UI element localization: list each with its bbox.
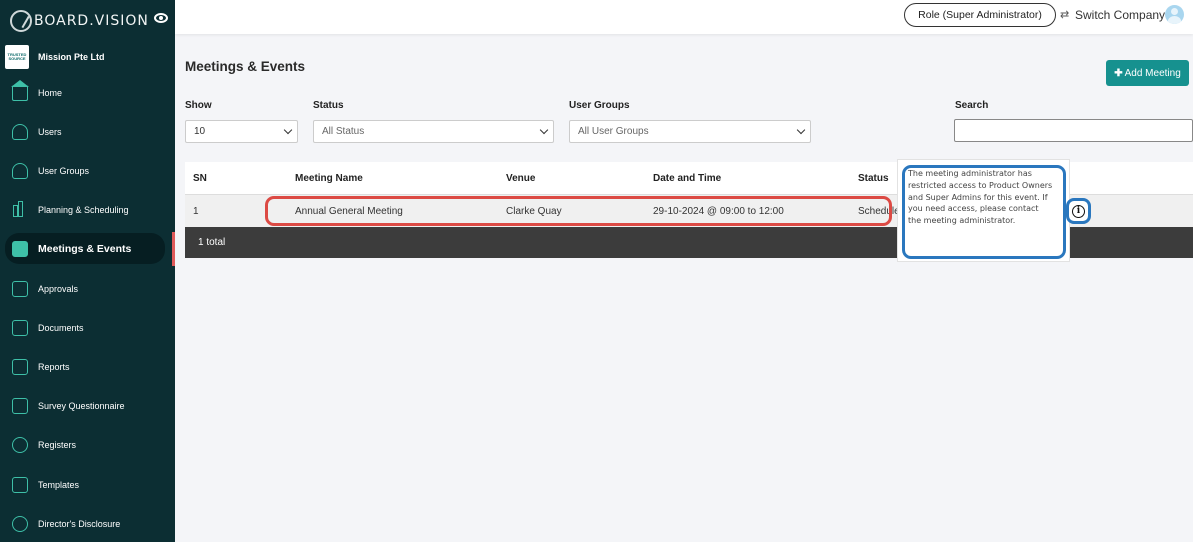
role-button[interactable]: Role (Super Administrator) bbox=[904, 3, 1056, 27]
switch-company-button[interactable]: ⇄ Switch Company bbox=[1060, 6, 1165, 24]
search-label: Search bbox=[955, 100, 989, 111]
user-groups-select[interactable]: All User Groups bbox=[569, 120, 811, 143]
switch-company-label: Switch Company bbox=[1075, 8, 1166, 22]
access-restriction-tooltip: The meeting administrator has restricted… bbox=[897, 159, 1070, 262]
templates-icon bbox=[12, 476, 28, 493]
info-icon: i bbox=[1072, 205, 1085, 218]
info-button[interactable]: i bbox=[1066, 198, 1091, 224]
add-meeting-button[interactable]: ✚ Add Meeting bbox=[1106, 60, 1189, 86]
page-title: Meetings & Events bbox=[185, 59, 306, 74]
brand-logo-icon bbox=[10, 10, 32, 32]
sidebar-item-label: Home bbox=[38, 87, 63, 98]
eye-toggle-icon[interactable] bbox=[154, 13, 168, 23]
cell-sn: 1 bbox=[193, 206, 199, 217]
sidebar-item-reports[interactable]: Reports bbox=[5, 351, 165, 382]
avatar[interactable] bbox=[1165, 5, 1184, 24]
chevron-down-icon bbox=[283, 125, 293, 135]
brand[interactable]: BOARD.VISION bbox=[10, 9, 170, 33]
organization-logo: TRUSTED SOURCE bbox=[5, 45, 29, 69]
sidebar-item-registers[interactable]: Registers bbox=[5, 429, 165, 460]
brand-name: BOARD.VISION bbox=[34, 13, 149, 29]
calendar-icon bbox=[12, 240, 28, 257]
sidebar-item-planning-scheduling[interactable]: Planning & Scheduling bbox=[5, 194, 165, 225]
total-count: 1 total bbox=[198, 237, 226, 248]
chevron-down-icon bbox=[539, 125, 549, 135]
documents-icon bbox=[12, 319, 28, 336]
user-icon bbox=[12, 123, 28, 140]
sidebar-item-approvals[interactable]: Approvals bbox=[5, 273, 165, 304]
switch-arrows-icon: ⇄ bbox=[1060, 8, 1070, 21]
sidebar-item-home[interactable]: Home bbox=[5, 77, 165, 108]
plus-icon: ✚ bbox=[1114, 67, 1123, 79]
sidebar-item-label: User Groups bbox=[38, 165, 90, 176]
status-select-value: All Status bbox=[322, 126, 365, 137]
sidebar-item-documents[interactable]: Documents bbox=[5, 312, 165, 343]
column-header-status[interactable]: Status bbox=[858, 173, 889, 184]
registered-icon bbox=[12, 436, 28, 453]
show-select[interactable]: 10 bbox=[185, 120, 298, 143]
sidebar-item-label: Registers bbox=[38, 439, 77, 450]
sidebar-item-label: Planning & Scheduling bbox=[38, 204, 129, 215]
column-header-date-time[interactable]: Date and Time bbox=[653, 173, 721, 184]
organization-name: Mission Pte Ltd bbox=[38, 52, 105, 62]
sidebar-item-directors-disclosure[interactable]: Director's Disclosure bbox=[5, 508, 165, 539]
user-groups-label: User Groups bbox=[569, 100, 630, 111]
organization[interactable]: TRUSTED SOURCE Mission Pte Ltd bbox=[5, 44, 170, 70]
show-label: Show bbox=[185, 100, 212, 111]
sidebar-item-label: Reports bbox=[38, 361, 70, 372]
show-select-value: 10 bbox=[194, 126, 206, 137]
sidebar-item-label: Meetings & Events bbox=[38, 242, 132, 255]
sidebar-item-label: Survey Questionnaire bbox=[38, 400, 125, 411]
sidebar-item-label: Templates bbox=[38, 479, 80, 490]
status-select[interactable]: All Status bbox=[313, 120, 554, 143]
tooltip-text: The meeting administrator has restricted… bbox=[908, 169, 1053, 226]
sidebar-item-label: Documents bbox=[38, 322, 84, 333]
sidebar-item-label: Users bbox=[38, 126, 62, 137]
column-header-meeting-name[interactable]: Meeting Name bbox=[295, 173, 363, 184]
survey-icon bbox=[12, 397, 28, 414]
sidebar-item-meetings-events[interactable]: Meetings & Events bbox=[5, 233, 165, 264]
sidebar: BOARD.VISION TRUSTED SOURCE Mission Pte … bbox=[0, 0, 175, 542]
approvals-icon bbox=[12, 280, 28, 297]
column-header-venue[interactable]: Venue bbox=[506, 173, 535, 184]
column-header-sn[interactable]: SN bbox=[193, 173, 207, 184]
status-label: Status bbox=[313, 100, 344, 111]
user-groups-icon bbox=[12, 162, 28, 179]
sidebar-item-label: Approvals bbox=[38, 283, 79, 294]
sidebar-item-survey-questionnaire[interactable]: Survey Questionnaire bbox=[5, 390, 165, 421]
row-highlight-annotation bbox=[265, 196, 892, 226]
search-input[interactable] bbox=[954, 119, 1193, 142]
sidebar-item-user-groups[interactable]: User Groups bbox=[5, 155, 165, 186]
user-groups-select-value: All User Groups bbox=[578, 126, 649, 137]
reports-icon bbox=[12, 358, 28, 375]
home-icon bbox=[11, 79, 29, 101]
bar-chart-icon bbox=[12, 200, 28, 218]
sidebar-item-users[interactable]: Users bbox=[5, 116, 165, 147]
disclosure-icon bbox=[12, 515, 28, 532]
add-meeting-label: Add Meeting bbox=[1124, 67, 1181, 79]
sidebar-item-templates[interactable]: Templates bbox=[5, 469, 165, 500]
chevron-down-icon bbox=[796, 125, 806, 135]
active-nav-marker bbox=[172, 232, 175, 266]
top-bar: Role (Super Administrator) ⇄ Switch Comp… bbox=[175, 0, 1193, 34]
sidebar-item-label: Director's Disclosure bbox=[38, 518, 121, 529]
